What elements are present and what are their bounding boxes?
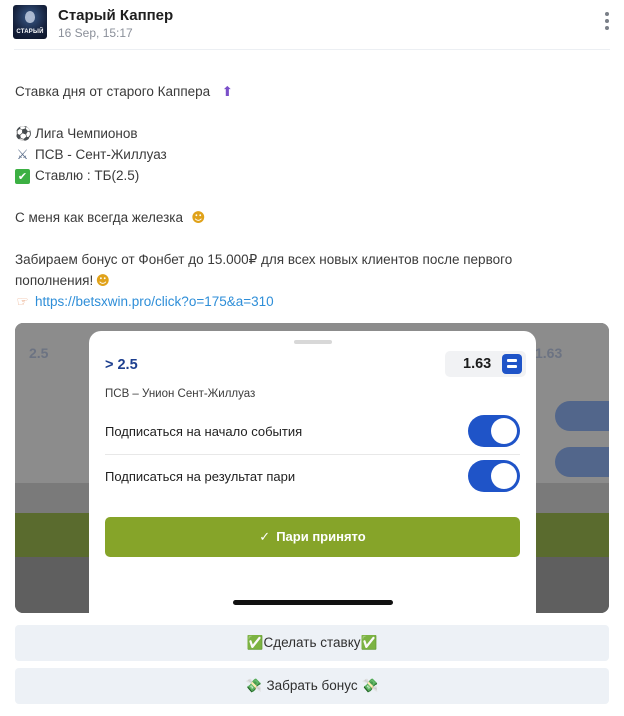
- post-header: СТАРЫЙ Старый Каппер 16 Sep, 15:17: [0, 0, 624, 50]
- crossed-swords-icon: ⚔: [16, 147, 29, 163]
- pointing-hand-icon: ☞: [16, 294, 29, 310]
- league-line: ⚽ Лига Чемпионов: [15, 126, 138, 142]
- get-bonus-button[interactable]: 💸 Забрать бонус 💸: [15, 668, 609, 704]
- background-odds-ghost: 1.63: [535, 345, 563, 361]
- check-mark-icon: ✔: [15, 169, 30, 184]
- home-indicator: [233, 600, 393, 605]
- message-headline: Ставка дня от старого Каппера: [15, 84, 211, 99]
- header-divider: [14, 49, 610, 50]
- channel-avatar[interactable]: СТАРЫЙ: [13, 5, 47, 39]
- more-options-icon[interactable]: [600, 12, 614, 34]
- background-toggle-ghost: [555, 447, 609, 477]
- bet-selection: > 2.5: [105, 357, 138, 373]
- bet-accepted-label: Пари принято: [276, 529, 366, 544]
- coupon-icon[interactable]: [501, 354, 522, 374]
- toggle-row-event-start: Подписаться на начало события: [105, 410, 520, 454]
- money-mouth-face-icon: ☻: [95, 273, 110, 289]
- promo-text-1: Забираем бонус от Фонбет до 15.000₽ для …: [15, 252, 513, 267]
- money-mouth-face-icon: ☻: [191, 210, 206, 226]
- make-bet-button[interactable]: ✅Сделать ставку✅: [15, 625, 609, 661]
- league-text: Лига Чемпионов: [35, 126, 138, 141]
- money-icon: 💸: [357, 678, 379, 694]
- bet-slip-screenshot[interactable]: 2.5 1.63 > 2.5 1.63 ПСВ – Унион Сент-Жил…: [15, 323, 609, 613]
- post-timestamp: 16 Sep, 15:17: [58, 26, 133, 40]
- background-odds-ghost: 2.5: [29, 345, 49, 361]
- bet-text: Ставлю : ТБ(2.5): [35, 168, 140, 183]
- check-icon: ✓: [259, 530, 271, 545]
- note-line: С меня как всегда железка ☻: [15, 210, 211, 226]
- check-mark-icon: ✅: [246, 635, 264, 651]
- promo-line-2: пополнения! ☻: [15, 273, 115, 289]
- bet-match-name: ПСВ – Унион Сент-Жиллуаз: [105, 388, 256, 400]
- avatar-text: СТАРЫЙ: [16, 29, 44, 35]
- soccer-ball-icon: ⚽: [15, 126, 32, 142]
- toggle-label-event-start: Подписаться на начало события: [105, 424, 303, 439]
- top-arrow-icon: ⬆: [221, 84, 234, 100]
- avatar-figure: [25, 11, 35, 23]
- sheet-grabber[interactable]: [294, 340, 332, 344]
- channel-name[interactable]: Старый Каппер: [58, 7, 173, 24]
- promo-line-1: Забираем бонус от Фонбет до 15.000₽ для …: [15, 252, 512, 268]
- get-bonus-label: Забрать бонус: [266, 678, 358, 693]
- toggle-bet-result[interactable]: [468, 460, 520, 492]
- toggle-event-start[interactable]: [468, 415, 520, 447]
- odds-value: 1.63: [463, 356, 492, 372]
- toggle-label-bet-result: Подписаться на результат пари: [105, 469, 296, 484]
- make-bet-label: Сделать ставку: [263, 635, 361, 650]
- note-text: С меня как всегда железка: [15, 210, 183, 225]
- odds-badge: 1.63: [445, 351, 526, 377]
- match-line: ⚔ ПСВ - Сент-Жиллуаз: [15, 147, 167, 163]
- message-headline-line: Ставка дня от старого Каппера ⬆: [15, 84, 240, 100]
- bet-slip-sheet: > 2.5 1.63 ПСВ – Унион Сент-Жиллуаз Подп…: [89, 331, 536, 613]
- toggle-row-bet-result: Подписаться на результат пари: [105, 455, 520, 499]
- match-text: ПСВ - Сент-Жиллуаз: [35, 147, 167, 162]
- bet-accepted-button[interactable]: ✓ Пари принято: [105, 517, 520, 557]
- promo-link[interactable]: https://betsxwin.pro/click?o=175&a=310: [35, 294, 274, 309]
- promo-text-2: пополнения!: [15, 273, 94, 288]
- link-line: ☞ https://betsxwin.pro/click?o=175&a=310: [15, 294, 274, 310]
- check-mark-icon: ✅: [360, 635, 378, 651]
- money-icon: 💸: [245, 678, 267, 694]
- bet-line: ✔ Ставлю : ТБ(2.5): [15, 168, 139, 184]
- background-toggle-ghost: [555, 401, 609, 431]
